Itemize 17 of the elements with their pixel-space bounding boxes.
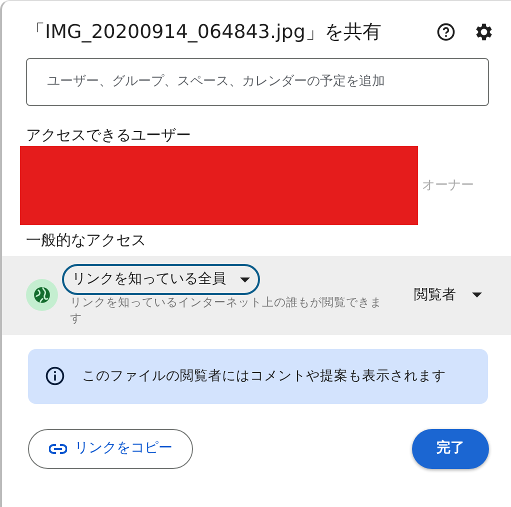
owner-label: オーナー	[422, 177, 474, 196]
caret-icon	[240, 276, 250, 283]
caret-icon	[472, 292, 482, 298]
access-description: リンクを知っているインターネット上の誰もが閲覧できます	[69, 295, 383, 326]
section-heading: アクセスできるユーザー	[26, 124, 192, 146]
copy-link-button[interactable]: リンクをコピー	[28, 428, 193, 469]
done-button[interactable]: 完了	[412, 428, 489, 469]
help-icon[interactable]	[435, 21, 457, 44]
section-heading: 一般的なアクセス	[26, 230, 147, 252]
link-icon	[48, 444, 66, 454]
dialog-title: 「IMG_20200914_064843.jpg」を共有	[26, 21, 382, 44]
access-dropdown[interactable]: リンクを知っている全員	[62, 264, 260, 296]
info-icon	[44, 365, 66, 388]
role-dropdown[interactable]: 閲覧者	[408, 284, 488, 307]
search-field[interactable]: ユーザー、グループ、スペース、カレンダーの予定を追加	[26, 58, 489, 106]
info-text: このファイルの閲覧者にはコメントや提案も表示されます	[82, 367, 446, 386]
globe-icon	[26, 279, 58, 312]
